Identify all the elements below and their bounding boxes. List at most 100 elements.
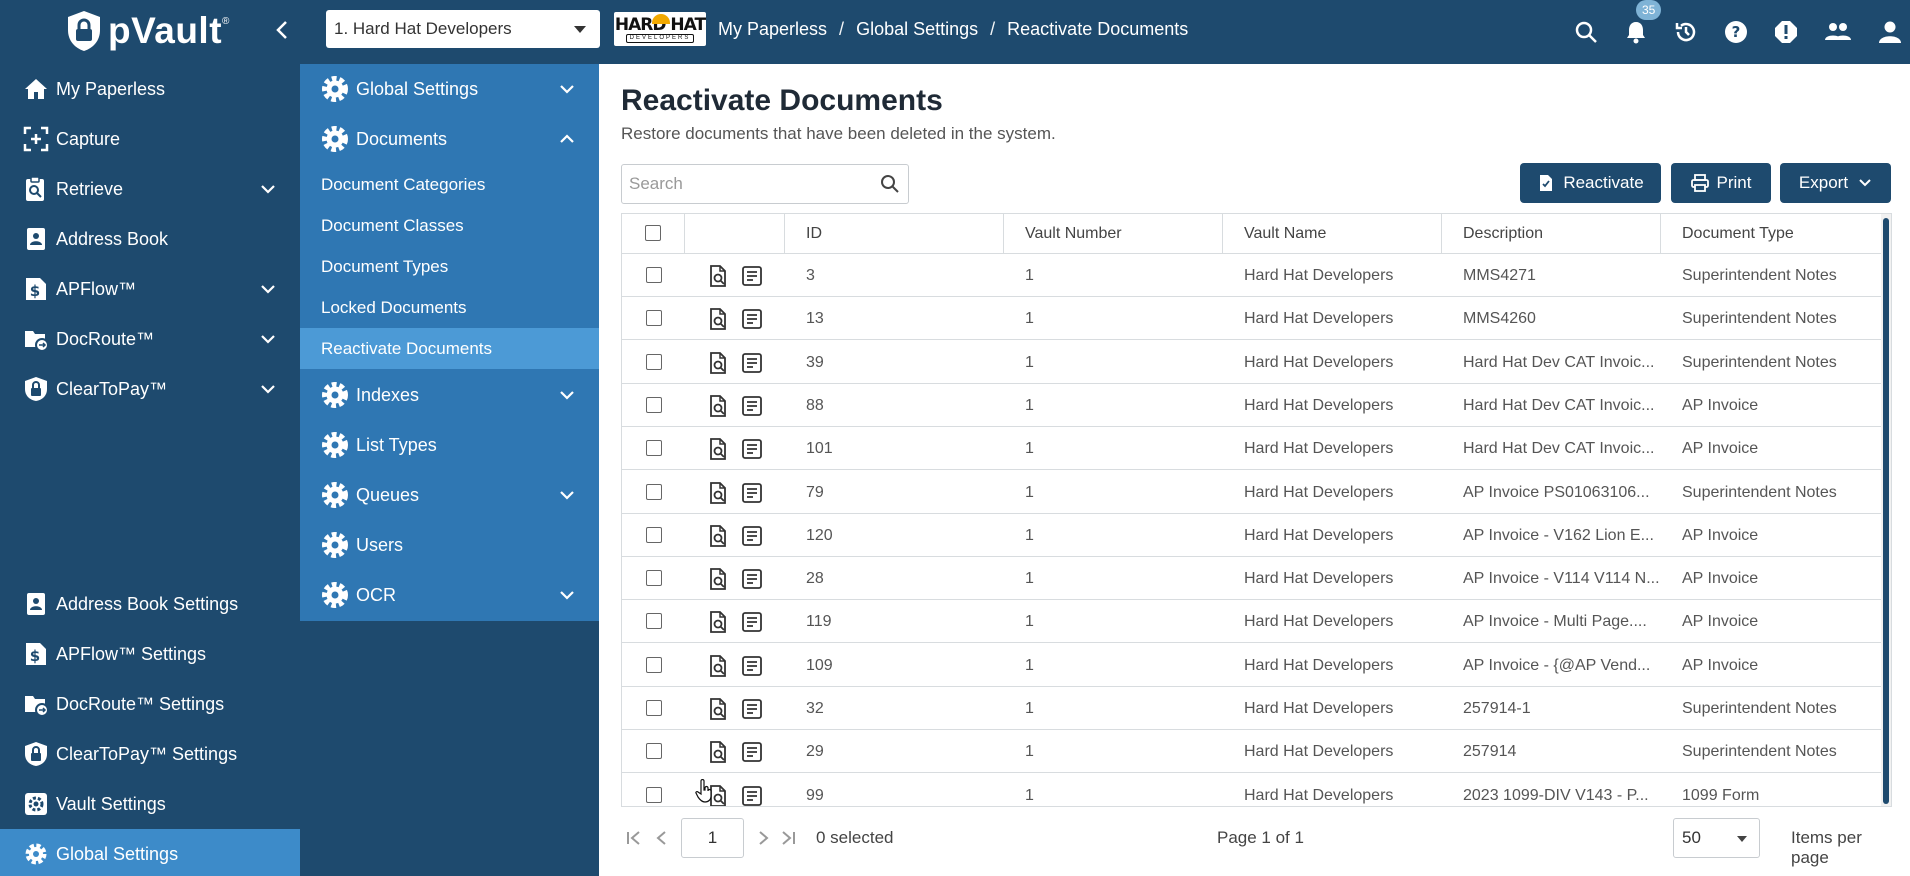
breadcrumb-my-paperless[interactable]: My Paperless [718, 19, 827, 40]
document-details-icon[interactable] [740, 567, 764, 591]
sidebar-item-apflow[interactable]: $ APFlow™ [0, 264, 300, 314]
view-document-icon[interactable] [706, 351, 730, 375]
view-document-icon[interactable] [706, 697, 730, 721]
view-document-icon[interactable] [706, 567, 730, 591]
subnav-link-reactivate-documents[interactable]: Reactivate Documents [300, 328, 599, 369]
view-document-icon[interactable] [706, 524, 730, 548]
chevron-down-icon[interactable] [559, 587, 575, 603]
row-checkbox[interactable] [646, 656, 662, 673]
view-document-icon[interactable] [706, 264, 730, 288]
search-input[interactable] [621, 164, 909, 204]
document-details-icon[interactable] [740, 264, 764, 288]
reactivate-button[interactable]: Reactivate [1520, 163, 1661, 203]
row-checkbox[interactable] [646, 483, 662, 500]
profile-icon[interactable] [1878, 20, 1902, 44]
document-details-icon[interactable] [740, 740, 764, 764]
sidebar-item-vault-settings[interactable]: Vault Settings [0, 779, 300, 829]
select-all-checkbox[interactable] [645, 225, 661, 241]
document-details-icon[interactable] [740, 394, 764, 418]
chevron-down-icon[interactable] [260, 331, 276, 347]
document-details-icon[interactable] [740, 307, 764, 331]
print-button[interactable]: Print [1671, 163, 1771, 203]
view-document-icon[interactable] [706, 307, 730, 331]
subnav-link-document-types[interactable]: Document Types [300, 246, 599, 287]
row-checkbox[interactable] [646, 700, 662, 716]
row-checkbox[interactable] [646, 786, 662, 803]
table-row[interactable]: 88 1 Hard Hat Developers Hard Hat Dev CAT I… [622, 384, 1882, 427]
subnav-link-document-categories[interactable]: Document Categories [300, 164, 599, 205]
row-checkbox[interactable] [646, 353, 662, 370]
table-row[interactable]: 99 1 Hard Hat Developers 2023 1099-DIV V143… [622, 774, 1882, 806]
view-document-icon[interactable] [706, 654, 730, 678]
column-header-vault-number[interactable]: Vault Number [1004, 214, 1223, 254]
chevron-up-icon[interactable] [559, 131, 575, 147]
alert-icon[interactable] [1774, 20, 1798, 44]
document-details-icon[interactable] [740, 524, 764, 548]
sidebar-item-docroute-settings[interactable]: DocRoute™ Settings [0, 679, 300, 729]
subnav-list-types[interactable]: List Types [300, 420, 599, 470]
row-checkbox[interactable] [646, 440, 662, 457]
view-document-icon[interactable] [706, 394, 730, 418]
chevron-down-icon[interactable] [260, 281, 276, 297]
column-header-id[interactable]: ID [785, 214, 1004, 254]
subnav-documents[interactable]: Documents [300, 114, 599, 164]
view-document-icon[interactable] [706, 481, 730, 505]
document-details-icon[interactable] [740, 654, 764, 678]
row-checkbox[interactable] [646, 743, 662, 760]
sidebar-item-capture[interactable]: Capture [0, 114, 300, 164]
first-page-icon[interactable] [625, 828, 643, 848]
items-per-page-select[interactable]: 50 [1673, 818, 1760, 858]
next-page-icon[interactable] [754, 828, 772, 848]
table-row[interactable]: 119 1 Hard Hat Developers AP Invoice - Mult… [622, 600, 1882, 644]
chevron-down-icon[interactable] [559, 81, 575, 97]
table-row[interactable]: 13 1 Hard Hat Developers MMS4260 Superintend… [622, 297, 1882, 341]
previous-page-icon[interactable] [653, 828, 671, 848]
row-checkbox[interactable] [646, 526, 662, 543]
view-document-icon[interactable] [706, 740, 730, 764]
subnav-users[interactable]: Users [300, 520, 599, 570]
table-row[interactable]: 120 1 Hard Hat Developers AP Invoice - V162… [622, 514, 1882, 557]
collapse-sidebar-button[interactable] [272, 18, 292, 42]
sidebar-item-my-paperless[interactable]: My Paperless [0, 64, 300, 114]
table-row[interactable]: 3 1 Hard Hat Developers MMS4271 Superintende… [622, 254, 1882, 297]
row-checkbox[interactable] [646, 613, 662, 630]
table-row[interactable]: 39 1 Hard Hat Developers Hard Hat Dev CAT I… [622, 341, 1882, 384]
subnav-ocr[interactable]: OCR [300, 570, 599, 620]
help-icon[interactable]: ? [1724, 20, 1748, 44]
subnav-link-locked-documents[interactable]: Locked Documents [300, 287, 599, 328]
row-checkbox[interactable] [646, 396, 662, 413]
chevron-down-icon[interactable] [260, 381, 276, 397]
table-row[interactable]: 101 1 Hard Hat Developers Hard Hat Dev CAT … [622, 427, 1882, 471]
sidebar-item-retrieve[interactable]: Retrieve [0, 164, 300, 214]
document-details-icon[interactable] [740, 697, 764, 721]
row-checkbox[interactable] [646, 310, 662, 327]
column-header-document-type[interactable]: Document Type [1661, 214, 1882, 254]
row-checkbox[interactable] [646, 267, 662, 283]
vault-select[interactable]: 1. Hard Hat Developers [326, 10, 600, 48]
chevron-down-icon[interactable] [260, 181, 276, 197]
sidebar-item-address-book[interactable]: Address Book [0, 214, 300, 264]
sidebar-item-address-book-settings[interactable]: Address Book Settings [0, 579, 300, 629]
page-number-input[interactable] [681, 818, 744, 858]
bell-icon[interactable]: 35 [1624, 0, 1662, 44]
view-document-icon[interactable] [706, 437, 730, 461]
row-checkbox[interactable] [646, 570, 662, 587]
table-scrollbar[interactable] [1881, 214, 1891, 806]
subnav-queues[interactable]: Queues [300, 470, 599, 520]
table-row[interactable]: 28 1 Hard Hat Developers AP Invoice - V114 … [622, 557, 1882, 601]
column-header-vault-name[interactable]: Vault Name [1223, 214, 1442, 254]
document-details-icon[interactable] [740, 437, 764, 461]
document-details-icon[interactable] [740, 784, 764, 806]
table-row[interactable]: 79 1 Hard Hat Developers AP Invoice PS01063… [622, 471, 1882, 514]
table-row[interactable]: 32 1 Hard Hat Developers 257914-1 Superinten… [622, 687, 1882, 730]
sidebar-item-docroute[interactable]: DocRoute™ [0, 314, 300, 364]
scrollbar-thumb[interactable] [1883, 218, 1889, 804]
table-row[interactable]: 29 1 Hard Hat Developers 257914 Superintende… [622, 730, 1882, 774]
sidebar-item-global-settings[interactable]: Global Settings [0, 829, 300, 876]
chevron-down-icon[interactable] [559, 487, 575, 503]
export-button[interactable]: Export [1780, 163, 1891, 203]
view-document-icon[interactable] [706, 610, 730, 634]
users-icon[interactable] [1824, 20, 1852, 44]
search-icon[interactable] [880, 174, 900, 194]
breadcrumb-global-settings[interactable]: Global Settings [856, 19, 978, 40]
